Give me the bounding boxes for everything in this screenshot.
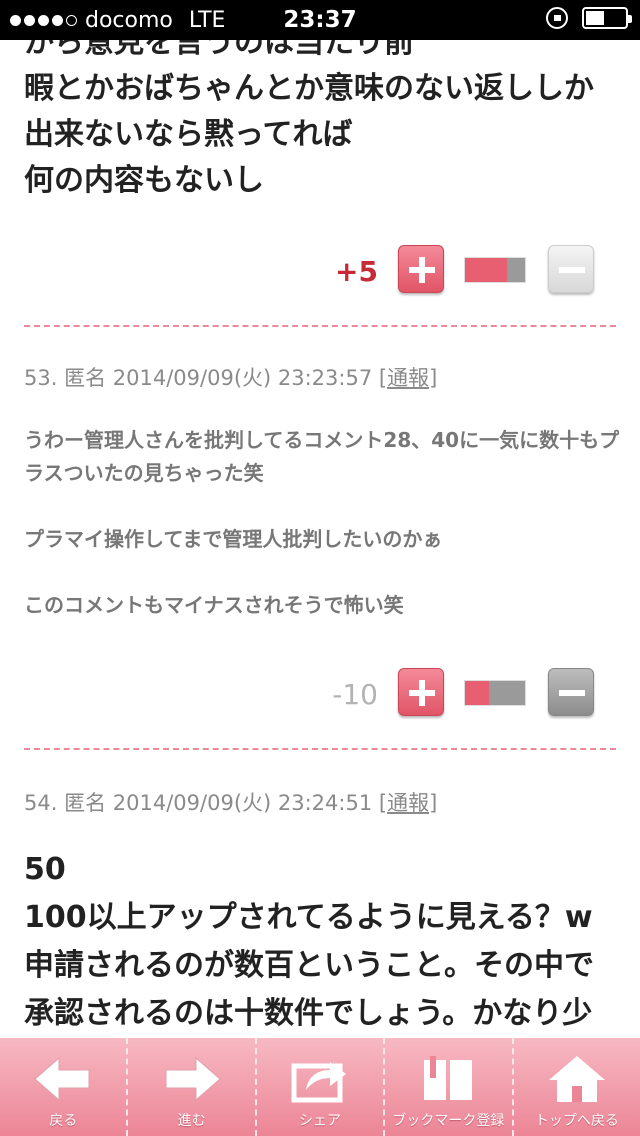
comment-line: 何の内容もないし xyxy=(24,163,264,198)
arrow-left-icon xyxy=(34,1056,90,1102)
comment-number: 53. xyxy=(24,366,58,390)
vote-ratio-bar xyxy=(464,680,526,706)
comment-line: から意見を言うのは当たり前 xyxy=(24,40,414,60)
comment-date: 2014/09/09(火) 23:23:57 xyxy=(112,366,373,390)
forward-button[interactable]: 進む xyxy=(126,1038,254,1136)
forward-label: 進む xyxy=(177,1113,206,1129)
vote-ratio-bar xyxy=(464,257,526,283)
comment-paragraph: プラマイ操作してまで管理人批判したいのかぁ xyxy=(24,527,443,551)
share-button[interactable]: シェア xyxy=(254,1038,383,1136)
vote-score: -10 xyxy=(332,678,378,711)
top-button[interactable]: トップへ戻る xyxy=(511,1038,640,1136)
home-icon xyxy=(548,1056,605,1102)
vote-score: +5 xyxy=(335,255,378,288)
comment-paragraph: うわー管理人さんを批判してるコメント28、40に一気に数十もプラスついたの見ちゃ… xyxy=(24,428,620,485)
comment-number: 54. xyxy=(24,791,58,815)
minus-vote-button[interactable] xyxy=(548,668,594,716)
comment-line: 出来ないなら黙ってれば xyxy=(24,117,353,152)
arrow-right-icon xyxy=(165,1056,221,1102)
divider xyxy=(24,325,616,327)
back-button[interactable]: 戻る xyxy=(0,1038,126,1136)
divider xyxy=(24,748,616,750)
bookmark-button[interactable]: ブックマーク登録 xyxy=(383,1038,511,1136)
comment-52-body: から意見を言うのは当たり前 暇とかおばちゃんとか意味のない返ししか 出来ないなら… xyxy=(0,40,594,204)
clock: 23:37 xyxy=(283,7,357,33)
status-bar: docomo LTE 23:37 xyxy=(0,0,640,40)
plus-vote-button[interactable] xyxy=(398,668,444,716)
bookmark-label: ブックマーク登録 xyxy=(392,1113,505,1129)
report-link[interactable]: [通報] xyxy=(379,366,437,390)
comment-list[interactable]: から意見を言うのは当たり前 暇とかおばちゃんとか意味のない返ししか 出来ないなら… xyxy=(0,40,640,1038)
comment-line: 承認されるのは十数件でしょう。かなり少 xyxy=(24,996,593,1031)
minus-vote-button[interactable] xyxy=(548,245,594,293)
comment-line: 申請されるのが数百ということ。その中で xyxy=(24,948,594,983)
share-icon xyxy=(291,1062,347,1103)
share-label: シェア xyxy=(299,1113,342,1129)
comment-date: 2014/09/09(火) 23:24:51 xyxy=(112,791,373,815)
comment-line: 50 xyxy=(24,852,66,887)
top-label: トップへ戻る xyxy=(534,1113,619,1129)
comment-line: 暇とかおばちゃんとか意味のない返ししか xyxy=(24,71,594,106)
book-icon xyxy=(424,1056,473,1100)
comment-author: 匿名 xyxy=(64,791,107,815)
comment-52-votes: +5 xyxy=(0,245,640,305)
bottom-toolbar: 戻る 進む シェア ブックマーク登録 トップへ戻る xyxy=(0,1038,640,1136)
back-label: 戻る xyxy=(49,1113,78,1129)
comment-53-votes: -10 xyxy=(0,668,640,728)
battery-icon xyxy=(582,7,632,29)
comment-paragraph: このコメントもマイナスされそうで怖い笑 xyxy=(24,593,404,617)
comment-53-body: うわー管理人さんを批判してるコメント28、40に一気に数十もプラスついたの見ちゃ… xyxy=(24,424,624,622)
report-link[interactable]: [通報] xyxy=(379,791,437,815)
comment-author: 匿名 xyxy=(64,366,107,390)
comment-54-body: 50 100以上アップされてるように見える？w 申請されるのが数百ということ。そ… xyxy=(0,848,640,1036)
comment-line: 100以上アップされてるように見える？w xyxy=(24,900,593,935)
plus-vote-button[interactable] xyxy=(398,245,444,293)
comment-53-meta: 53. 匿名 2014/09/09(火) 23:23:57 [通報] xyxy=(24,362,437,392)
rotation-lock-icon xyxy=(546,7,568,29)
comment-54-meta: 54. 匿名 2014/09/09(火) 23:24:51 [通報] xyxy=(24,787,437,817)
